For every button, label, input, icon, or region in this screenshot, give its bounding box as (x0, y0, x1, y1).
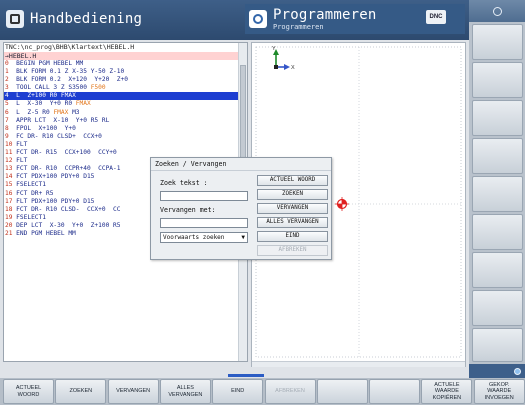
dnc-icon[interactable]: DNC (426, 10, 446, 24)
replace-input[interactable] (160, 218, 248, 228)
manual-mode-icon (6, 10, 24, 28)
line-text: FLT PDX+100 PDY+0 D15 (12, 197, 95, 205)
line-text: END PGM HEBEL MM (12, 229, 76, 237)
axis-x-label: X (291, 65, 295, 71)
actual-word-button[interactable]: ACTUEEL WOORD (257, 175, 328, 186)
line-highlight: FMAX (53, 108, 69, 116)
line-tail: M3 (68, 108, 80, 116)
line-text: FSELECT1 (12, 213, 46, 221)
mode-programming-subtitle: Programmeren (273, 22, 324, 31)
line-text: FCT DR- R10 CCPR+40 CCPA-1 (12, 165, 121, 173)
vertical-softkey-8[interactable] (472, 290, 523, 326)
axis-y-label: Y (272, 46, 276, 52)
line-text: L X-30 Y+0 R0 (8, 100, 76, 108)
softkey-5[interactable]: EIND (212, 379, 264, 404)
search-input[interactable] (160, 191, 248, 201)
softkey-6: AFBREKEN (264, 379, 316, 404)
line-text: FSELECT1 (12, 181, 46, 189)
mode-manual-title: Handbediening (30, 11, 143, 27)
vertical-softkey-5[interactable] (472, 176, 523, 212)
vertical-softkey-6[interactable] (472, 214, 523, 250)
status-strip (469, 364, 525, 378)
program-line[interactable]: 0 BEGIN PGM HEBEL MM (4, 60, 247, 68)
vertical-softkey-9[interactable] (472, 328, 523, 362)
softkey-8[interactable] (369, 379, 421, 404)
header-bar: Handbediening Programmeren Programmeren … (0, 0, 469, 40)
program-line[interactable]: 9 FC DR- R10 CLSD+ CCX+0 (4, 133, 247, 141)
line-text: FCT DR- R15 CCX+100 CCY+0 (12, 149, 117, 157)
tnc-screen: Handbediening Programmeren Programmeren … (0, 0, 525, 405)
program-line[interactable]: 2 BLK FORM 0.2 X+120 Y+20 Z+0 (4, 76, 247, 84)
file-name: →HEBEL.H (4, 52, 247, 60)
vertical-softkey-4[interactable] (472, 138, 523, 174)
program-line[interactable]: 6 L Z-5 R0 FMAX M3 (4, 109, 247, 117)
program-line[interactable]: 8 FPOL X+100 Y+0 (4, 125, 247, 133)
direction-value: Voorwaarts zoeken (163, 234, 225, 241)
line-text: L Z-5 R0 (8, 108, 54, 116)
program-line[interactable]: 10 FLT (4, 141, 247, 149)
search-button[interactable]: ZOEKEN (257, 189, 328, 200)
line-text: BLK FORM 0.2 X+120 Y+20 Z+0 (8, 76, 128, 84)
program-line[interactable]: 4 L Z+100 R0 FMAX (4, 92, 247, 101)
softkey-3[interactable]: VERVANGEN (107, 379, 159, 404)
vertical-softkey-2[interactable] (472, 62, 523, 98)
line-text: FCT DR+ R5 (12, 189, 54, 197)
line-text: FLT (12, 140, 28, 148)
program-line[interactable]: 1 BLK FORM 0.1 Z X-35 Y-50 Z-10 (4, 68, 247, 76)
dialog-title: Zoeken / Vervangen (151, 158, 331, 171)
graphic-scrollbar[interactable] (252, 361, 465, 367)
softkey-7[interactable] (316, 379, 368, 404)
softkey-1[interactable]: ACTUEEL WOORD (3, 379, 54, 404)
search-label: Zoek tekst : (160, 179, 208, 187)
line-text: FCT DR- R10 CLSD- CCX+0 CC (12, 205, 121, 213)
softkey-9[interactable]: ACTUELE WAARDE KOPIËREN (421, 379, 473, 404)
mode-programming-title: Programmeren (273, 6, 377, 23)
program-line[interactable]: 7 APPR LCT X-10 Y+0 R5 RL (4, 117, 247, 125)
clock-icon (492, 6, 502, 16)
program-line[interactable]: 5 L X-30 Y+0 R0 FMAX (4, 100, 247, 108)
replace-label: Vervangen met: (160, 206, 216, 214)
end-button[interactable]: EIND (257, 231, 328, 242)
program-line[interactable]: 3 TOOL CALL 3 Z S3500 F500 (4, 84, 247, 92)
line-text: FCT PDX+100 PDY+0 D15 (12, 173, 95, 181)
softkey-4[interactable]: ALLES VERVANGEN (159, 379, 211, 404)
axis-triad (273, 49, 290, 70)
softkey-page-indicator (228, 374, 264, 377)
vertical-softkey-3[interactable] (472, 100, 523, 136)
replace-all-button[interactable]: ALLES VERVANGEN (257, 217, 328, 228)
softkey-bar: ACTUEEL WOORD ZOEKEN VERVANGEN ALLES VERVAN… (0, 378, 525, 405)
line-text: FPOL X+100 Y+0 (8, 124, 76, 132)
vertical-softkey-1[interactable] (472, 24, 523, 60)
search-replace-dialog: Zoeken / Vervangen Zoek tekst : Vervange… (150, 157, 332, 260)
direction-select[interactable]: Voorwaarts zoeken ▼ (160, 232, 248, 243)
datum-marker (335, 197, 349, 211)
file-path: TNC:\nc_prog\BHB\Klartext\HEBEL.H (5, 43, 135, 51)
vertical-softkey-bar (469, 0, 525, 378)
line-text: TOOL CALL 3 Z S3500 (8, 84, 91, 92)
line-text: FC DR- R10 CLSD+ CCX+0 (8, 132, 102, 140)
softkey-10[interactable]: GEKOP. WAARDE INVOEGEN (473, 379, 525, 404)
line-text: DEP LCT X-30 Y+0 Z+100 R5 (12, 221, 121, 229)
line-text: BEGIN PGM HEBEL MM (8, 60, 84, 67)
programming-mode-icon (249, 10, 267, 28)
softkey-2[interactable]: ZOEKEN (55, 379, 107, 404)
program-line[interactable]: 11 FCT DR- R15 CCX+100 CCY+0 (4, 149, 247, 157)
mode-manual[interactable]: Handbediening (2, 4, 242, 34)
globe-icon (514, 367, 521, 375)
line-highlight: FMAX (75, 100, 91, 108)
line-text: L Z+100 R0 FMAX (8, 92, 76, 100)
line-text: FLT (12, 157, 28, 165)
line-highlight: F500 (90, 84, 106, 92)
clock-area (469, 0, 525, 22)
abort-button: AFBREKEN (257, 245, 328, 256)
vertical-softkey-7[interactable] (472, 252, 523, 288)
line-text: APPR LCT X-10 Y+0 R5 RL (8, 116, 110, 124)
replace-button[interactable]: VERVANGEN (257, 203, 328, 214)
chevron-down-icon: ▼ (241, 234, 245, 241)
line-text: BLK FORM 0.1 Z X-35 Y-50 Z-10 (8, 68, 125, 76)
